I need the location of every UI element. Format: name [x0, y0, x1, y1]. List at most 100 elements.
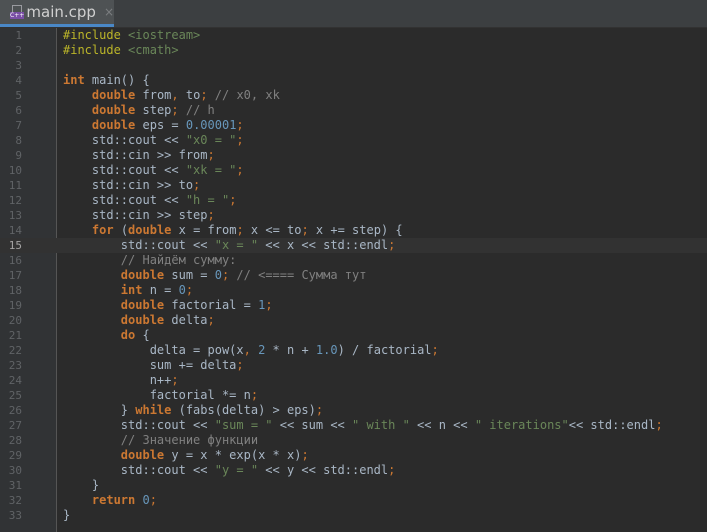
close-tab-icon[interactable]: × [104, 5, 114, 19]
line-number: 25 [8, 389, 22, 402]
code-line[interactable]: 20 double delta; [0, 313, 707, 328]
code-line[interactable]: 5 double from, to; // x0, xk [0, 88, 707, 103]
number-literal: 0 [214, 268, 222, 282]
keyword: double [120, 268, 165, 282]
code-line[interactable]: 21 do { [0, 328, 707, 343]
punctuation: ; [315, 403, 324, 417]
line-number: 12 [8, 194, 22, 207]
code-text: << std::endl [568, 418, 656, 432]
code-text: } [63, 478, 100, 492]
code-text: std::cout << [63, 238, 215, 252]
keyword: while [135, 403, 172, 417]
line-code: double step; // h [63, 103, 215, 118]
code-line[interactable]: 13 std::cin >> step; [0, 208, 707, 223]
comment: // Найдём сумму: [63, 253, 237, 267]
code-editor[interactable]: 1 #include <iostream> 2 #include <cmath> 3 4 i… [0, 28, 707, 532]
line-number: 32 [8, 494, 22, 507]
punctuation: ; [250, 388, 259, 402]
code-line[interactable]: 14 for (double x = from; x <= to; x += s… [0, 223, 707, 238]
code-text: n++ [63, 373, 172, 387]
punctuation: ; [149, 493, 157, 507]
keyword: double [120, 448, 165, 462]
tab-main-cpp[interactable]: C++ main.cpp × [0, 0, 114, 27]
line-number: 30 [8, 464, 22, 477]
line-number: 22 [8, 344, 22, 357]
code-line[interactable]: 9 std::cin >> from; [0, 148, 707, 163]
code-line[interactable]: 22 delta = pow(x, 2 * n + 1.0) / factori… [0, 343, 707, 358]
code-line[interactable]: 3 [0, 58, 707, 73]
code-line[interactable]: 27 std::cout << "sum = " << sum << " wit… [0, 418, 707, 433]
preprocessor: #include [63, 43, 129, 57]
code-text: { [135, 328, 150, 342]
string-literal: <iostream> [128, 28, 201, 42]
line-code: do { [63, 328, 150, 343]
keyword: do [120, 328, 136, 342]
line-number: 2 [15, 44, 22, 57]
string-literal: "xk = " [185, 163, 237, 177]
punctuation: ; [200, 88, 208, 102]
line-code: int main() { [63, 73, 150, 88]
line-code: std::cin >> step; [63, 208, 215, 223]
keyword: int [63, 73, 85, 87]
punctuation: ; [655, 418, 663, 432]
code-line[interactable]: 31 } [0, 478, 707, 493]
code-line[interactable]: 29 double y = x * exp(x * x); [0, 448, 707, 463]
code-line[interactable]: 2 #include <cmath> [0, 43, 707, 58]
line-number: 21 [8, 329, 22, 342]
code-line[interactable]: 11 std::cin >> to; [0, 178, 707, 193]
code-line[interactable]: 7 double eps = 0.00001; [0, 118, 707, 133]
code-line[interactable]: 26 } while (fabs(delta) > eps); [0, 403, 707, 418]
code-line[interactable]: 17 double sum = 0; // <==== Сумма тут [0, 268, 707, 283]
line-code: sum += delta; [63, 358, 244, 373]
code-text: << n << [409, 418, 475, 432]
code-line[interactable]: 10 std::cout << "xk = "; [0, 163, 707, 178]
code-line[interactable]: 33} [0, 508, 707, 523]
code-line[interactable]: 16 // Найдём сумму: [0, 253, 707, 268]
punctuation: , [171, 88, 179, 102]
string-literal: " with " [352, 418, 410, 432]
string-literal: "x0 = " [185, 133, 237, 147]
code-text: factorial *= n [63, 388, 251, 402]
code-line[interactable]: 24 n++; [0, 373, 707, 388]
code-line[interactable]: 6 double step; // h [0, 103, 707, 118]
code-line[interactable]: 19 double factorial = 1; [0, 298, 707, 313]
line-code: double delta; [63, 313, 215, 328]
line-code: double eps = 0.00001; [63, 118, 244, 133]
punctuation: ; [229, 193, 237, 207]
line-number: 31 [8, 479, 22, 492]
code-text: << y << std::endl [258, 463, 389, 477]
code-line[interactable]: 8 std::cout << "x0 = "; [0, 133, 707, 148]
punctuation: ; [171, 103, 179, 117]
line-code: std::cin >> to; [63, 178, 200, 193]
code-line[interactable]: 23 sum += delta; [0, 358, 707, 373]
code-text: << x << std::endl [258, 238, 389, 252]
code-text: sum += delta [63, 358, 237, 372]
code-text: x <= to [243, 223, 302, 237]
line-code: return 0; [63, 493, 157, 508]
code-text: std::cout << [63, 418, 215, 432]
code-line[interactable]: 18 int n = 0; [0, 283, 707, 298]
code-text: to [178, 88, 201, 102]
keyword: double [91, 118, 136, 132]
line-number: 23 [8, 359, 22, 372]
code-line[interactable]: 28 // Значение функции [0, 433, 707, 448]
line-code: double from, to; // x0, xk [63, 88, 280, 103]
code-text: (fabs(delta) > eps) [171, 403, 316, 417]
punctuation: ; [388, 463, 396, 477]
code-line[interactable]: 1 #include <iostream> [0, 28, 707, 43]
comment: // x0, xk [207, 88, 280, 102]
code-line[interactable]: 15 std::cout << "x = " << x << std::endl… [0, 238, 707, 253]
code-line[interactable]: 4 int main() { [0, 73, 707, 88]
line-number: 4 [15, 74, 22, 87]
line-code: double factorial = 1; [63, 298, 273, 313]
line-code: std::cout << "x0 = "; [63, 133, 244, 148]
code-line[interactable]: 32 return 0; [0, 493, 707, 508]
code-line[interactable]: 25 factorial *= n; [0, 388, 707, 403]
code-line[interactable]: 12 std::cout << "h = "; [0, 193, 707, 208]
code-line[interactable]: 30 std::cout << "y = " << y << std::endl… [0, 463, 707, 478]
keyword: int [120, 283, 143, 297]
